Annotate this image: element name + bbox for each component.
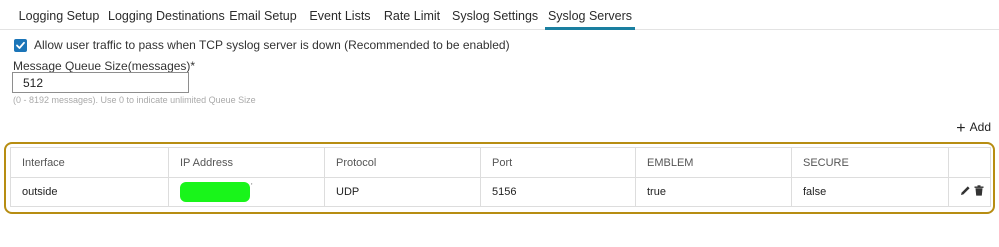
column-header-protocol[interactable]: Protocol [324,147,481,178]
plus-icon: + [956,120,966,137]
trash-icon[interactable] [974,185,984,199]
tab-syslog-servers[interactable]: Syslog Servers [545,0,635,30]
add-button-label: Add [969,120,991,134]
queue-size-hint: (0 - 8192 messages). Use 0 to indicate u… [13,95,256,105]
ip-redaction-mark [180,182,250,203]
column-header-emblem[interactable]: EMBLEM [635,147,792,178]
cell-interface: outside [10,177,169,207]
column-header-interface[interactable]: Interface [10,147,169,178]
tab-syslog-settings[interactable]: Syslog Settings [452,0,538,29]
cell-ip-address: ' [168,177,325,207]
cell-protocol: UDP [324,177,481,207]
column-header-ip-address[interactable]: IP Address [168,147,325,178]
tab-logging-destinations[interactable]: Logging Destinations [108,0,225,29]
ip-trailing-mark: ' [251,181,253,191]
cell-port: 5156 [480,177,636,207]
cell-actions [948,177,991,207]
tab-bar: Logging Setup Logging Destinations Email… [0,0,999,30]
column-header-port[interactable]: Port [480,147,636,178]
column-header-secure[interactable]: SECURE [791,147,949,178]
check-icon [16,41,25,49]
tab-logging-setup[interactable]: Logging Setup [13,0,105,29]
allow-traffic-checkbox[interactable] [14,39,27,52]
table-row[interactable]: outside ' UDP 5156 true false [10,177,991,207]
column-header-actions [948,147,991,178]
tab-event-lists[interactable]: Event Lists [308,0,372,29]
syslog-servers-table: Interface IP Address Protocol Port EMBLE… [10,147,991,207]
allow-traffic-label: Allow user traffic to pass when TCP sysl… [34,38,510,52]
table-header-row: Interface IP Address Protocol Port EMBLE… [10,147,991,178]
tab-rate-limit[interactable]: Rate Limit [382,0,442,29]
cell-secure: false [791,177,949,207]
tab-email-setup[interactable]: Email Setup [229,0,297,29]
add-button[interactable]: + Add [956,120,991,138]
edit-pencil-icon[interactable] [960,185,971,199]
cell-emblem: true [635,177,792,207]
queue-size-input[interactable] [12,72,189,93]
queue-size-label: Message Queue Size(messages)* [13,59,196,73]
